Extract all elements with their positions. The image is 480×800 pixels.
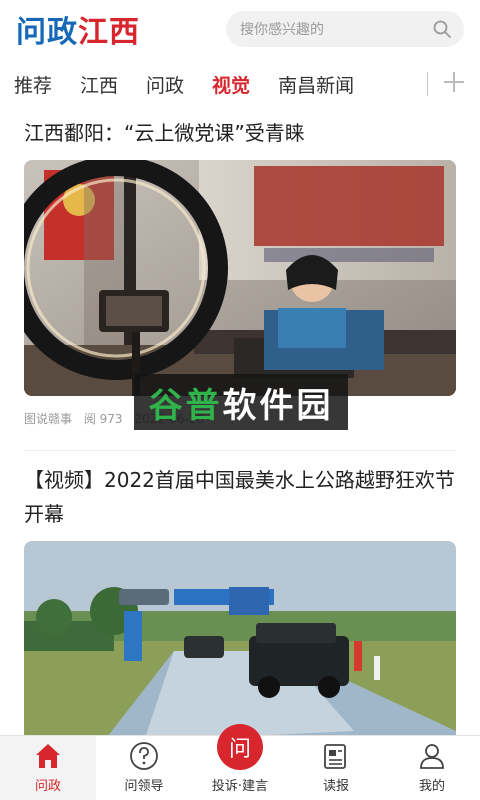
search-placeholder: 搜你感兴趣的 — [240, 22, 324, 38]
watermark-part1: 谷普 — [148, 385, 223, 426]
article-reads: 阅 973 — [83, 412, 123, 426]
article-card-2[interactable]: 【视频】2022首届中国最美水上公路越野狂欢节开幕 — [0, 463, 480, 741]
article-image[interactable] — [24, 541, 456, 741]
tab-visual[interactable]: 视觉 — [212, 69, 250, 98]
tabs-fade — [395, 58, 425, 108]
tab-jiangxi[interactable]: 江西 — [80, 69, 118, 98]
bottom-tab-wenzheng[interactable]: 问政 — [0, 736, 96, 800]
home-icon — [36, 744, 60, 768]
bottom-tab-label: 读报 — [322, 779, 349, 794]
offroad-festival-photo — [24, 541, 456, 741]
bottom-tab-label: 问领导 — [124, 779, 164, 794]
article-title[interactable]: 江西鄱阳：“云上微党课”受青睐 — [24, 116, 456, 150]
question-icon — [130, 742, 158, 770]
divider — [24, 450, 456, 451]
tabs-divider — [427, 72, 428, 96]
bottom-tab-label: 投诉·建言 — [211, 779, 269, 794]
bottom-tab-ask-leader[interactable]: 问领导 — [96, 736, 192, 800]
bottom-tab-newspaper[interactable]: 读报 — [288, 736, 384, 800]
article-title[interactable]: 【视频】2022首届中国最美水上公路越野狂欢节开幕 — [24, 463, 456, 531]
user-icon — [420, 744, 444, 769]
tab-nanchang-news[interactable]: 南昌新闻 — [278, 69, 354, 98]
channel-tabs: 推荐 江西 问政 视觉 南昌新闻 — [0, 58, 480, 108]
watermark-part2: 软件园 — [222, 385, 334, 426]
search-icon[interactable] — [432, 19, 452, 39]
tab-recommend[interactable]: 推荐 — [14, 69, 52, 98]
article-source: 图说赣事 — [24, 412, 73, 426]
logo-text-part1: 问政 — [16, 15, 78, 50]
ask-icon[interactable]: 问 — [217, 724, 263, 770]
watermark: 谷普 软件园 — [134, 374, 348, 430]
tab-wenzheng[interactable]: 问政 — [146, 69, 184, 98]
logo-text-part2: 江西 — [78, 15, 140, 50]
bottom-tab-bar: 问政 问领导 问 投诉·建言 读报 我的 — [0, 724, 480, 800]
party-lecture-photo — [24, 160, 456, 396]
add-channel-icon[interactable] — [442, 70, 466, 94]
bottom-tab-label: 我的 — [418, 779, 445, 794]
search-bar[interactable]: 搜你感兴趣的 — [226, 11, 464, 47]
article-image[interactable] — [24, 160, 456, 396]
bottom-tab-label: 问政 — [34, 779, 61, 794]
app-logo: 问政 江西 — [16, 7, 140, 51]
top-header: 问政 江西 搜你感兴趣的 — [0, 0, 480, 58]
newspaper-icon — [324, 744, 346, 769]
bottom-tab-complaint[interactable]: 问 投诉·建言 — [192, 724, 288, 800]
bottom-tab-mine[interactable]: 我的 — [384, 736, 480, 800]
